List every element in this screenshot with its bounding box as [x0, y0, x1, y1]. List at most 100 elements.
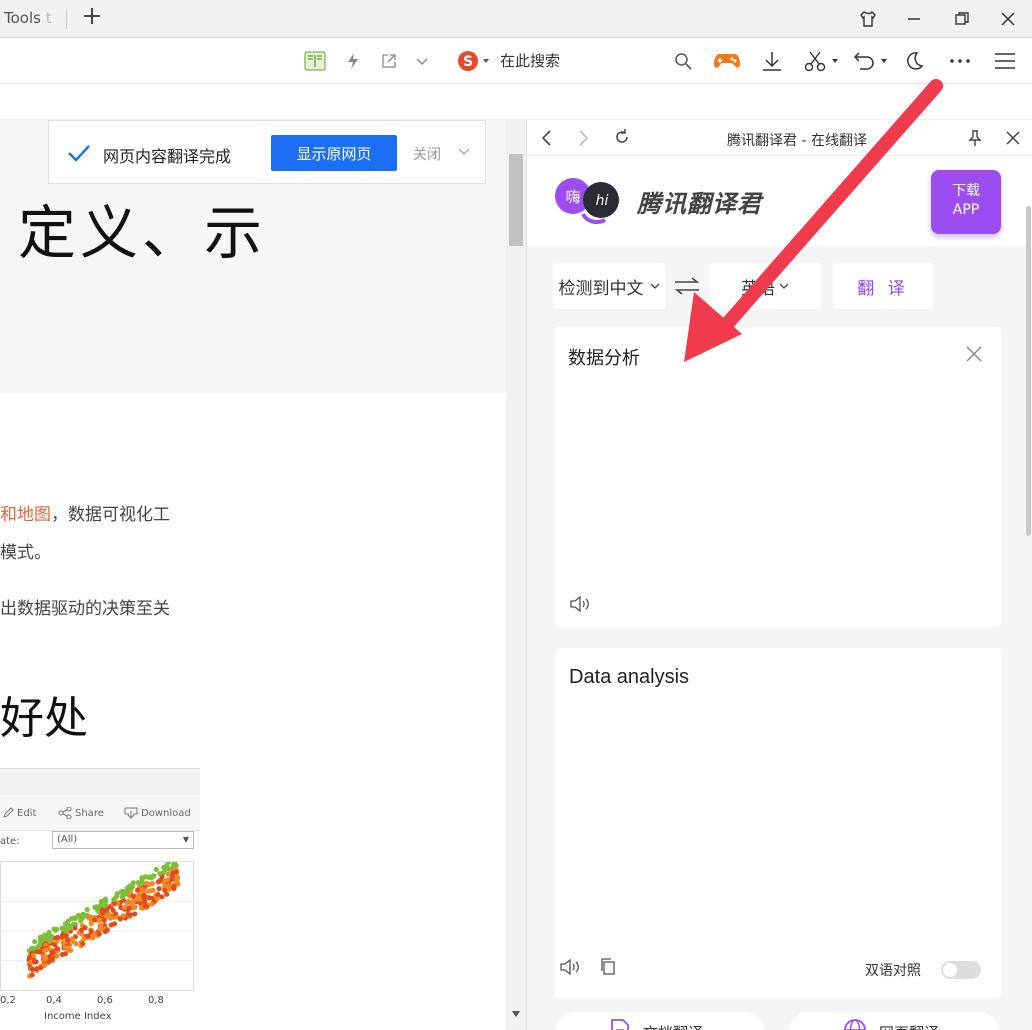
- source-language-select[interactable]: 检测到中文: [553, 263, 665, 309]
- scrollbar-thumb[interactable]: [509, 154, 523, 246]
- scatter-point: [141, 895, 147, 901]
- scatter-point: [127, 912, 133, 918]
- scatter-point: [156, 886, 162, 892]
- translator-panel: 腾讯翻译君 - 在线翻译 嗨 hi 腾讯翻译君 下载 APP 检测到中文 英语 …: [526, 120, 1032, 1030]
- panel-header: 腾讯翻译君 - 在线翻译: [527, 120, 1032, 156]
- scatter-point: [90, 935, 96, 941]
- minimize-button[interactable]: [900, 6, 928, 32]
- copy-icon[interactable]: [599, 957, 617, 977]
- document-translate-label: 文档翻译: [643, 1022, 703, 1030]
- chevron-down-icon: [779, 283, 789, 289]
- scatter-point: [147, 895, 153, 901]
- close-icon: [1001, 12, 1015, 26]
- scatter-points: [26, 862, 181, 979]
- scatter-point: [65, 918, 71, 924]
- refresh-icon[interactable]: [613, 128, 631, 146]
- translation-output-box: Data analysis 双语对照: [555, 648, 1001, 998]
- moon-icon: [907, 52, 924, 70]
- embed-header: [0, 769, 200, 795]
- panel-scrollbar[interactable]: [1025, 156, 1032, 1030]
- skin-button[interactable]: [854, 6, 882, 32]
- edit-button[interactable]: Edit: [2, 807, 36, 819]
- x-axis-label: Income Index: [44, 1011, 112, 1022]
- chevron-down-icon: [650, 283, 659, 289]
- tab-title: Tools: [4, 9, 41, 27]
- scroll-down-icon[interactable]: [511, 1010, 521, 1018]
- back-icon[interactable]: [539, 129, 555, 147]
- night-mode-button[interactable]: [902, 48, 926, 74]
- translate-button[interactable]: 翻 译: [833, 263, 933, 309]
- clear-icon[interactable]: [965, 345, 983, 363]
- search-input[interactable]: 在此搜索: [500, 50, 560, 71]
- swap-languages-icon[interactable]: [673, 276, 701, 296]
- svg-text:S: S: [463, 54, 473, 70]
- tab-divider: [66, 9, 67, 29]
- bilingual-label: 双语对照: [865, 963, 921, 979]
- select-value: (All): [57, 834, 78, 845]
- source-text-box[interactable]: 数据分析: [555, 327, 1001, 627]
- close-icon[interactable]: [1005, 130, 1021, 146]
- forward-icon[interactable]: [575, 129, 591, 147]
- search-button[interactable]: [672, 48, 694, 74]
- page-scrollbar[interactable]: [506, 120, 526, 1030]
- brand-header: 嗨 hi 腾讯翻译君 下载 APP: [527, 156, 1032, 246]
- scatter-point: [132, 911, 138, 917]
- screenshot-button[interactable]: [802, 48, 842, 74]
- scatter-point: [67, 925, 73, 931]
- restore-button[interactable]: [948, 6, 976, 32]
- plus-icon: [84, 8, 100, 24]
- download-app-button[interactable]: 下载 APP: [931, 170, 1001, 234]
- close-notice-button[interactable]: 关闭: [413, 144, 441, 164]
- scatter-point: [130, 880, 136, 886]
- more-button[interactable]: [948, 48, 972, 74]
- bilingual-toggle[interactable]: [941, 961, 981, 979]
- speaker-icon[interactable]: [569, 595, 591, 613]
- webpage-translate-tab[interactable]: 网页翻译: [789, 1012, 999, 1030]
- state-filter-select[interactable]: (All) ▼: [52, 831, 194, 849]
- document-translate-tab[interactable]: 文档翻译: [555, 1012, 765, 1030]
- book-icon: [304, 51, 326, 71]
- downloads-button[interactable]: [760, 48, 784, 74]
- download-button[interactable]: Download: [124, 807, 191, 819]
- scatter-point: [43, 947, 49, 953]
- more-dropdown[interactable]: [412, 48, 432, 74]
- scatter-point: [82, 925, 88, 931]
- scatter-point: [165, 871, 171, 877]
- search-engine-selector[interactable]: S: [456, 48, 492, 74]
- download-icon: [763, 52, 781, 71]
- reader-mode-button[interactable]: [302, 48, 328, 74]
- browser-tab[interactable]: Tools t: [4, 9, 52, 27]
- close-window-button[interactable]: [994, 6, 1022, 32]
- chevron-down-icon[interactable]: [457, 147, 471, 157]
- download-line1: 下载: [952, 183, 980, 199]
- scatter-point: [60, 932, 66, 938]
- map-link[interactable]: 和地图: [0, 505, 51, 525]
- menu-button[interactable]: [992, 48, 1018, 74]
- game-button[interactable]: [712, 48, 742, 74]
- panel-scrollbar-thumb[interactable]: [1026, 206, 1031, 536]
- source-text[interactable]: 数据分析: [568, 344, 640, 370]
- scatter-point: [54, 953, 60, 959]
- webpage-translate-label: 网页翻译: [879, 1022, 939, 1030]
- embedded-chart: Edit Share Download ate: (All) ▼ 0,2 0,4 …: [0, 768, 200, 1030]
- scatter-point: [166, 883, 172, 889]
- tab-strip: Tools t: [0, 0, 1032, 38]
- speedup-button[interactable]: [342, 48, 364, 74]
- share-button[interactable]: Share: [58, 807, 104, 819]
- new-tab-button[interactable]: [82, 4, 102, 32]
- notice-text: 网页内容翻译完成: [103, 147, 232, 166]
- scatter-point: [165, 877, 171, 883]
- scatter-point: [59, 951, 65, 958]
- show-original-button[interactable]: 显示原网页: [271, 135, 397, 171]
- share-button[interactable]: [378, 48, 400, 74]
- undo-close-button[interactable]: [852, 48, 890, 74]
- scatter-point: [98, 922, 104, 928]
- scatter-point: [151, 873, 157, 879]
- scatter-point: [69, 936, 75, 942]
- speaker-icon[interactable]: [559, 958, 581, 976]
- scatter-point: [96, 931, 102, 937]
- ellipsis-icon: [950, 59, 970, 63]
- pin-icon[interactable]: [967, 129, 983, 147]
- target-language-select[interactable]: 英语: [709, 263, 821, 309]
- x-tick: 0,4: [46, 995, 62, 1006]
